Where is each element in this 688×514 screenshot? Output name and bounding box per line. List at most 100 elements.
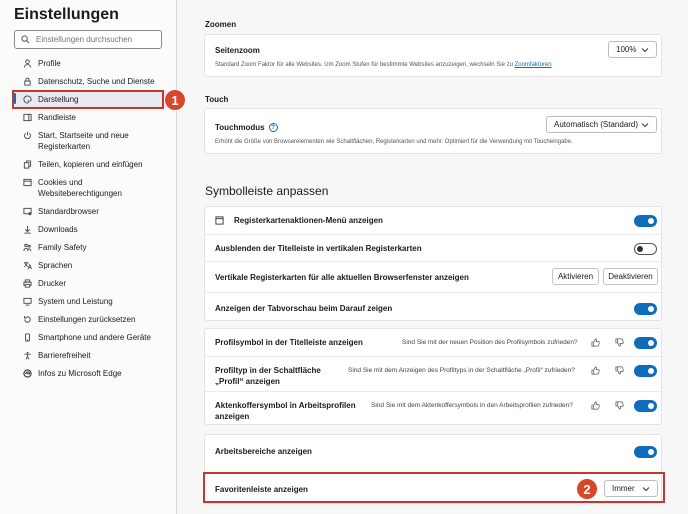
tab-actions-toggle[interactable] bbox=[634, 215, 657, 227]
thumbs-down-icon[interactable] bbox=[614, 365, 624, 375]
family-icon bbox=[22, 242, 33, 253]
tab-actions-icon bbox=[215, 216, 224, 225]
sidebar-item-label: Standardbrowser bbox=[38, 207, 99, 216]
page-zoom-desc-text: Standard Zoom Faktor für alle Websites. … bbox=[215, 62, 513, 68]
settings-sidebar: Einstellungen Profile Datenschutz, Suche… bbox=[0, 0, 177, 514]
sidebar-item-label: System und Leistung bbox=[38, 297, 113, 306]
touch-mode-label: Touchmodus? bbox=[215, 122, 278, 133]
section-toolbar-title: Symbolleiste anpassen bbox=[205, 184, 329, 198]
profile-icon-feedback-question: Sind Sie mit der neuen Position des Prof… bbox=[402, 339, 578, 346]
phone-icon bbox=[22, 332, 33, 343]
row-profile-type: Profiltyp in der Schaltfläche „Profil“ a… bbox=[205, 356, 661, 391]
profile-icon-label: Profilsymbol in der Titelleiste anzeigen bbox=[215, 338, 363, 347]
row-vertical-tabs: Vertikale Registerkarten für alle aktuel… bbox=[205, 261, 661, 292]
row-tab-actions: Registerkartenaktionen-Menü anzeigen bbox=[205, 207, 661, 234]
sidebar-item-label: Infos zu Microsoft Edge bbox=[38, 369, 122, 378]
sidebar-item-privacy[interactable]: Datenschutz, Suche und Dienste bbox=[14, 72, 166, 90]
chevron-down-icon bbox=[641, 122, 649, 127]
download-icon bbox=[22, 224, 33, 235]
search-input[interactable] bbox=[36, 35, 146, 44]
lock-icon bbox=[22, 76, 33, 87]
row-profile-icon: Profilsymbol in der Titelleiste anzeigen… bbox=[205, 329, 661, 356]
reset-icon bbox=[22, 314, 33, 325]
accessibility-icon bbox=[22, 350, 33, 361]
touch-mode-select[interactable]: Automatisch (Standard) bbox=[546, 116, 657, 133]
sidebar-item-devices[interactable]: Smartphone und andere Geräte bbox=[14, 328, 166, 346]
thumbs-up-icon[interactable] bbox=[590, 365, 600, 375]
sidebar-title: Einstellungen bbox=[14, 6, 119, 23]
sidebar-item-printer[interactable]: Drucker bbox=[14, 274, 166, 292]
sidebar-item-start[interactable]: Start, Startseite und neue Registerkarte… bbox=[14, 126, 166, 155]
share-icon bbox=[22, 159, 33, 170]
row-hide-titlebar: Ausblenden der Titelleiste in vertikalen… bbox=[205, 234, 661, 261]
thumbs-down-icon[interactable] bbox=[614, 400, 624, 410]
sidebar-icon bbox=[22, 112, 33, 123]
briefcase-feedback-question: Sind Sie mit dem Aktenkoffersymbols in d… bbox=[371, 402, 573, 409]
touch-mode-value: Automatisch (Standard) bbox=[554, 120, 639, 129]
thumbs-up-icon[interactable] bbox=[590, 337, 600, 347]
zoom-card: Seitenzoom Standard Zoom Faktor für alle… bbox=[204, 34, 662, 77]
profile-icon-toggle[interactable] bbox=[634, 337, 657, 349]
step-badge-2: 2 bbox=[576, 478, 598, 500]
page-zoom-select[interactable]: 100% bbox=[608, 41, 657, 58]
deactivate-button[interactable]: Deaktivieren bbox=[603, 268, 658, 285]
sidebar-item-family-safety[interactable]: Family Safety bbox=[14, 238, 166, 256]
toolbar-card-profile: Profilsymbol in der Titelleiste anzeigen… bbox=[204, 328, 662, 425]
sidebar-item-label: Barrierefreiheit bbox=[38, 351, 91, 360]
profile-type-label: Profiltyp in der Schaltfläche „Profil“ a… bbox=[215, 366, 321, 386]
edge-icon bbox=[22, 368, 33, 379]
help-icon[interactable]: ? bbox=[268, 123, 278, 133]
thumbs-up-icon[interactable] bbox=[590, 400, 600, 410]
briefcase-label: Aktenkoffersymbol in Arbeitsprofilen anz… bbox=[215, 401, 356, 421]
sidebar-item-label: Family Safety bbox=[38, 243, 87, 252]
tab-preview-toggle[interactable] bbox=[634, 303, 657, 315]
row-workspaces: Arbeitsbereiche anzeigen bbox=[205, 435, 661, 468]
zoom-levels-link[interactable]: Zoomfaktoren bbox=[515, 62, 552, 68]
hide-titlebar-toggle[interactable] bbox=[634, 243, 657, 255]
tab-actions-label: Registerkartenaktionen-Menü anzeigen bbox=[234, 216, 383, 225]
section-touch-title: Touch bbox=[205, 95, 229, 104]
workspaces-label: Arbeitsbereiche anzeigen bbox=[215, 447, 312, 456]
activate-button[interactable]: Aktivieren bbox=[552, 268, 599, 285]
sidebar-item-profile[interactable]: Profile bbox=[14, 54, 166, 72]
highlight-appearance bbox=[12, 90, 164, 109]
sidebar-item-reset[interactable]: Einstellungen zurücksetzen bbox=[14, 310, 166, 328]
settings-content: Zoomen Seitenzoom Standard Zoom Faktor f… bbox=[178, 0, 688, 514]
sidebar-item-accessibility[interactable]: Barrierefreiheit bbox=[14, 346, 166, 364]
sidebar-item-default-browser[interactable]: Standardbrowser bbox=[14, 202, 166, 220]
sidebar-item-label: Sprachen bbox=[38, 261, 73, 270]
toolbar-card-tabs: Registerkartenaktionen-Menü anzeigen Aus… bbox=[204, 206, 662, 321]
vertical-tabs-label: Vertikale Registerkarten für alle aktuel… bbox=[215, 273, 469, 282]
sidebar-item-system[interactable]: System und Leistung bbox=[14, 292, 166, 310]
thumbs-down-icon[interactable] bbox=[614, 337, 624, 347]
tab-preview-label: Anzeigen der Tabvorschau beim Darauf zei… bbox=[215, 304, 393, 313]
sidebar-item-label: Teilen, kopieren und einfügen bbox=[38, 160, 143, 169]
hide-titlebar-label: Ausblenden der Titelleiste in vertikalen… bbox=[215, 244, 422, 253]
sidebar-item-languages[interactable]: Sprachen bbox=[14, 256, 166, 274]
profile-type-toggle[interactable] bbox=[634, 365, 657, 377]
settings-search-box[interactable] bbox=[14, 30, 162, 49]
profile-type-feedback-question: Sind Sie mit dem Anzeigen des Profiltyps… bbox=[348, 367, 575, 374]
sidebar-item-label: Einstellungen zurücksetzen bbox=[38, 315, 136, 324]
sidebar-item-cookies[interactable]: Cookies und Websiteberechtigungen bbox=[14, 173, 166, 202]
sidebar-item-sidebar[interactable]: Randleiste bbox=[14, 108, 166, 126]
sidebar-item-label: Datenschutz, Suche und Dienste bbox=[38, 77, 155, 86]
row-tab-preview: Anzeigen der Tabvorschau beim Darauf zei… bbox=[205, 292, 661, 322]
sidebar-item-label: Smartphone und andere Geräte bbox=[38, 333, 151, 342]
briefcase-toggle[interactable] bbox=[634, 400, 657, 412]
page-zoom-desc: Standard Zoom Faktor für alle Websites. … bbox=[215, 61, 552, 70]
page-zoom-label: Seitenzoom bbox=[215, 46, 260, 55]
sidebar-item-share[interactable]: Teilen, kopieren und einfügen bbox=[14, 155, 166, 173]
workspaces-toggle[interactable] bbox=[634, 446, 657, 458]
sidebar-item-label: Randleiste bbox=[38, 113, 76, 122]
touch-mode-label-text: Touchmodus bbox=[215, 123, 265, 132]
browser-icon bbox=[22, 206, 33, 217]
person-icon bbox=[22, 58, 33, 69]
printer-icon bbox=[22, 278, 33, 289]
row-briefcase: Aktenkoffersymbol in Arbeitsprofilen anz… bbox=[205, 391, 661, 426]
sidebar-item-about[interactable]: Infos zu Microsoft Edge bbox=[14, 364, 166, 382]
system-icon bbox=[22, 296, 33, 307]
sidebar-item-downloads[interactable]: Downloads bbox=[14, 220, 166, 238]
power-icon bbox=[22, 130, 33, 141]
cookie-icon bbox=[22, 177, 33, 188]
